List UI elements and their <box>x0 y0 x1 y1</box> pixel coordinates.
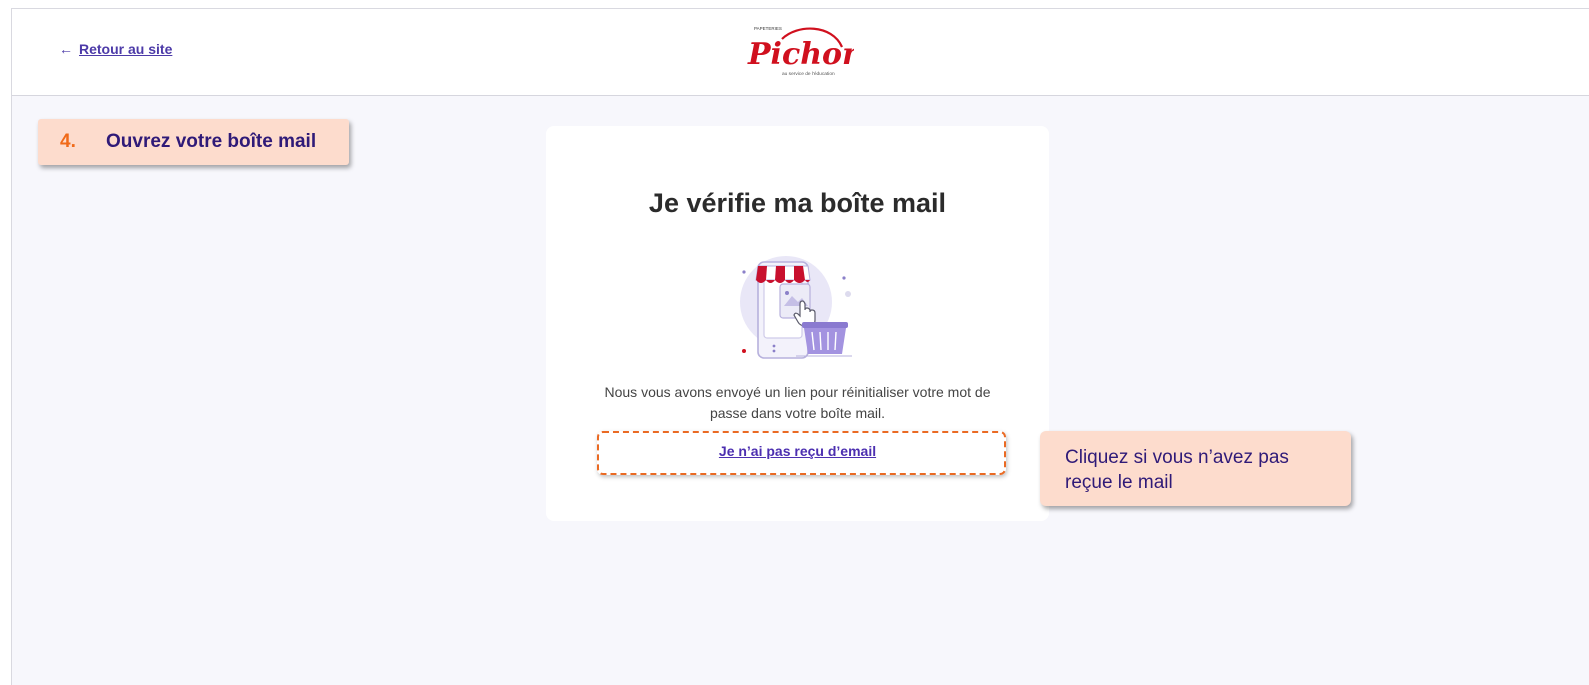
logo-tagline: au service de l'éducation <box>782 71 835 77</box>
page-title: Je vérifie ma boîte mail <box>648 188 947 218</box>
no-email-received-link[interactable]: Je n’ai pas reçu d’email <box>546 443 1049 459</box>
step-text: Ouvrez votre boîte mail <box>106 131 317 152</box>
logo-name: Pichon <box>747 37 854 72</box>
back-to-site-link[interactable]: ← Retour au site <box>59 41 172 57</box>
check-mailbox-card: Je vérifie ma boîte mail Nous vous avons… <box>546 126 1049 521</box>
shop-phone-basket-icon <box>740 256 852 359</box>
step-annotation: 4. Ouvrez votre boîte mail <box>38 119 349 165</box>
tip-callout: Cliquez si vous n’avez pas reçue le mail <box>1040 431 1351 506</box>
site-header: ← Retour au site PAPETERIES Pichon au se… <box>12 9 1589 96</box>
step-number: 4. <box>60 131 76 152</box>
back-to-site-label: Retour au site <box>79 41 173 57</box>
reset-link-sent-message: Nous vous avons envoyé un lien pour réin… <box>604 384 991 421</box>
arrow-left-icon: ← <box>59 41 73 57</box>
pichon-logo: PAPETERIES Pichon au service de l'éducat… <box>747 26 854 77</box>
logo-small-top: PAPETERIES <box>754 26 782 31</box>
